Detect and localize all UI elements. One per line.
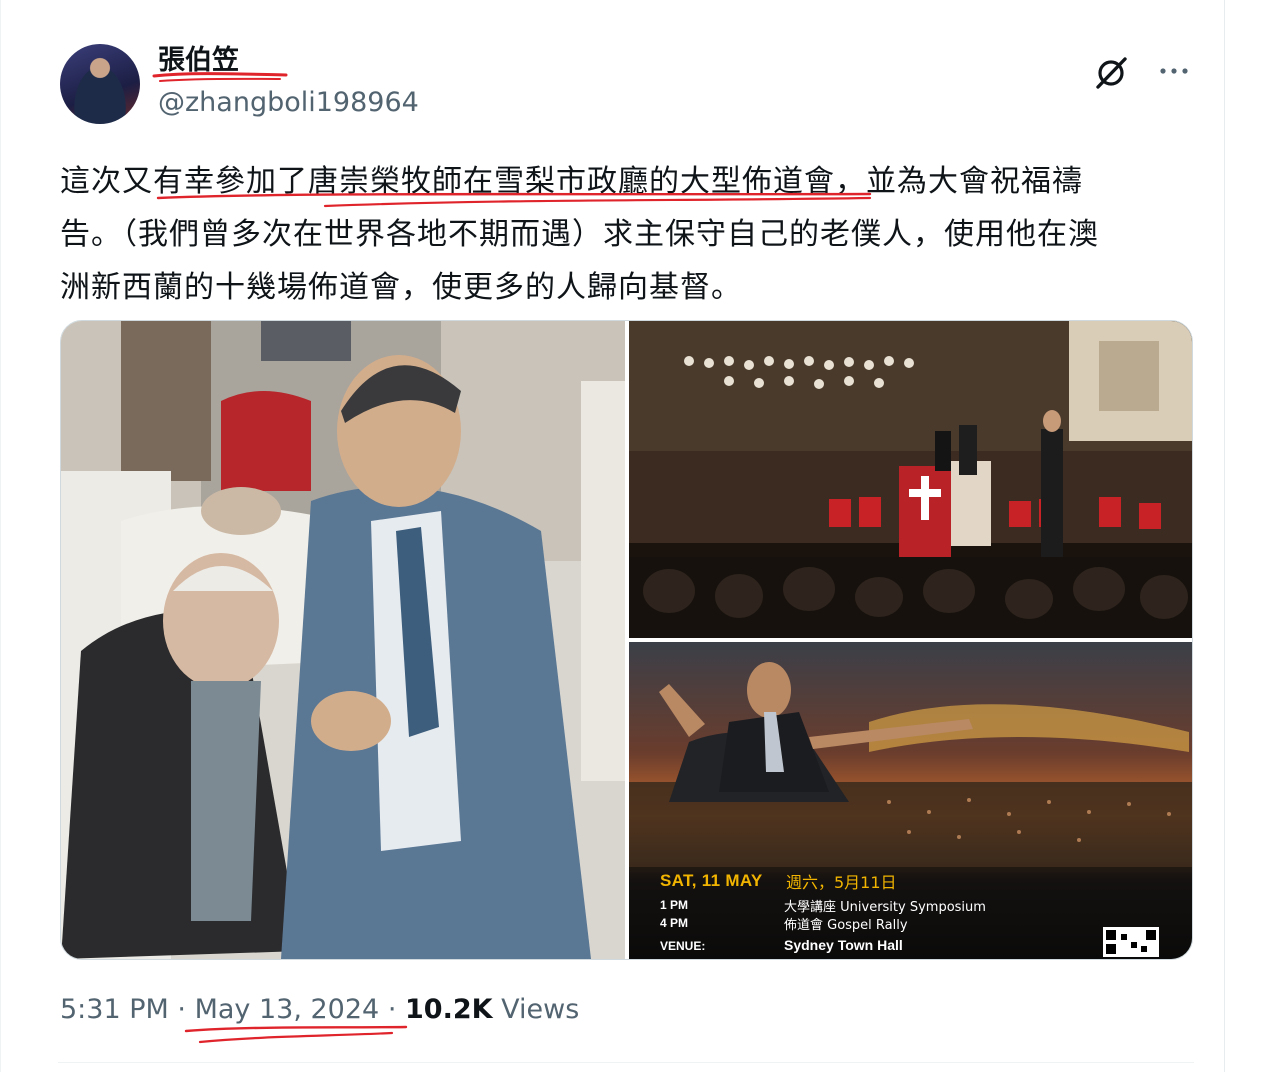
grok-icon — [1096, 57, 1127, 89]
avatar[interactable] — [60, 44, 140, 124]
poster-venue: Sydney Town Hall — [784, 937, 903, 953]
poster-row2-time: 4 PM — [660, 916, 689, 930]
poster-date-zh: 週六，5月11日 — [786, 873, 897, 892]
meta-separator: · — [177, 994, 186, 1025]
tweet-time[interactable]: 5:31 PM — [60, 994, 169, 1025]
red-underline-mark — [184, 1025, 408, 1044]
red-underline-mark — [152, 72, 288, 82]
photo-town-hall-stage[interactable] — [629, 321, 1192, 638]
poster-row1-time: 1 PM — [660, 898, 689, 912]
poster-row1-event: 大學講座 University Symposium — [784, 900, 986, 915]
poster-venue-label: VENUE: — [660, 939, 706, 953]
photo-two-men-image — [61, 321, 625, 959]
poster-row2-event: 佈道會 Gospel Rally — [784, 918, 908, 933]
poster-date-en: SAT, 11 MAY — [660, 871, 763, 890]
tweet-text-line: 洲新西蘭的十幾場佈道會，使更多的人歸向基督。 — [60, 270, 742, 305]
event-poster[interactable]: SAT, 11 MAY 週六，5月11日 1 PM 大學講座 Universit… — [629, 642, 1192, 959]
views-count[interactable]: 10.2K — [405, 994, 493, 1025]
divider — [58, 1062, 1194, 1063]
red-underline-mark — [156, 192, 872, 208]
more-dots-icon — [1160, 68, 1188, 74]
tweet-text: 這次又有幸參加了唐崇榮牧師在雪梨市政廳的大型佈道會，並為大會祝福禱 告。（我們曾… — [60, 155, 1180, 314]
card-left-border — [0, 0, 1, 1072]
tweet-date[interactable]: May 13, 2024 — [195, 994, 380, 1025]
photo-two-men[interactable] — [61, 321, 625, 959]
more-options-button[interactable] — [1155, 54, 1193, 92]
user-handle[interactable]: @zhangboli198964 — [158, 86, 419, 120]
card-right-border — [1224, 0, 1225, 1072]
media-grid: SAT, 11 MAY 週六，5月11日 1 PM 大學講座 Universit… — [60, 320, 1193, 960]
grok-button[interactable] — [1092, 54, 1130, 92]
photo-town-hall-stage-image — [629, 321, 1192, 638]
meta-separator: · — [387, 994, 397, 1025]
views-label: Views — [501, 994, 580, 1025]
